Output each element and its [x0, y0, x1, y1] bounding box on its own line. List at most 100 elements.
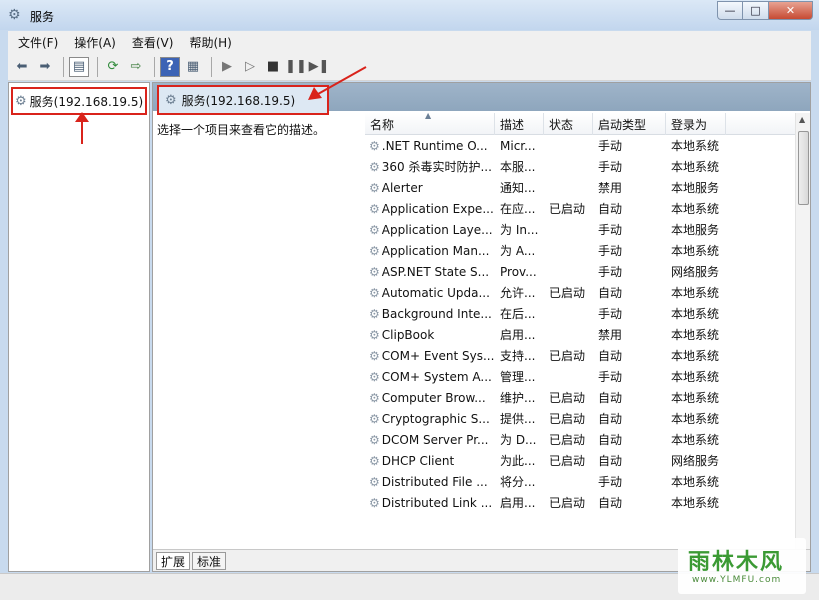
properties-pane-icon[interactable]: ▦	[183, 57, 203, 77]
description-hint: 选择一个项目来查看它的描述。	[157, 123, 326, 137]
table-row[interactable]: ⚙ Application Man... 为 A... 手动 本地系统	[365, 240, 795, 261]
service-description: 管理...	[500, 370, 536, 384]
tab-extended[interactable]: 扩展	[156, 552, 191, 570]
service-name-cell: ⚙ Application Man...	[365, 244, 495, 258]
service-log-on-as: 本地系统	[671, 202, 720, 216]
service-startup-type: 自动	[598, 286, 623, 300]
service-name-cell: ⚙ 360 杀毒实时防护...	[365, 158, 495, 175]
service-gear-icon: ⚙	[369, 390, 380, 405]
service-gear-icon: ⚙	[369, 327, 380, 342]
service-gear-icon: ⚙	[369, 222, 380, 237]
service-log-on-as: 本地系统	[671, 475, 720, 489]
service-gear-icon: ⚙	[369, 264, 380, 279]
service-gear-icon: ⚙	[369, 159, 380, 174]
table-row[interactable]: ⚙ Distributed Link ... 启用... 已启动 自动 本地系统	[365, 492, 795, 513]
table-row[interactable]: ⚙ .NET Runtime O... Micr... 手动 本地系统	[365, 135, 795, 156]
service-description: 将分...	[500, 475, 536, 489]
service-name: Alerter	[381, 180, 423, 195]
refresh-icon[interactable]: ⟳	[103, 57, 123, 77]
table-row[interactable]: ⚙ DHCP Client 为此... 已启动 自动 网络服务	[365, 450, 795, 471]
service-description: 启用...	[500, 496, 536, 510]
back-arrow-icon[interactable]: ⬅	[12, 57, 32, 77]
column-header-description[interactable]: 描述	[495, 113, 544, 135]
service-description: 为 D...	[500, 433, 537, 447]
minimize-button[interactable]: —	[717, 1, 743, 20]
menu-help[interactable]: 帮助(H)	[181, 34, 239, 51]
service-gear-icon: ⚙	[369, 138, 380, 153]
service-name-cell: ⚙ Automatic Upda...	[365, 286, 495, 300]
service-gear-icon: ⚙	[369, 201, 380, 216]
service-log-on-as: 本地系统	[671, 391, 720, 405]
service-gear-icon: ⚙	[369, 285, 380, 300]
menu-view[interactable]: 查看(V)	[124, 34, 182, 51]
tab-standard[interactable]: 标准	[192, 552, 227, 570]
column-header-startup-type[interactable]: 启动类型	[593, 113, 666, 135]
help-icon[interactable]: ?	[160, 56, 180, 77]
service-name-cell: ⚙ ClipBook	[365, 328, 495, 342]
maximize-button[interactable]: □	[743, 1, 769, 20]
service-startup-type: 手动	[598, 265, 623, 279]
table-row[interactable]: ⚙ Distributed File ... 将分... 手动 本地系统	[365, 471, 795, 492]
table-row[interactable]: ⚙ DCOM Server Pr... 为 D... 已启动 自动 本地系统	[365, 429, 795, 450]
table-row[interactable]: ⚙ ASP.NET State S... Prov... 手动 网络服务	[365, 261, 795, 282]
table-row[interactable]: ⚙ Cryptographic S... 提供... 已启动 自动 本地系统	[365, 408, 795, 429]
table-row[interactable]: ⚙ Alerter 通知... 禁用 本地服务	[365, 177, 795, 198]
service-name: 360 杀毒实时防护...	[381, 160, 492, 174]
service-name: Computer Brow...	[381, 390, 486, 405]
menu-file[interactable]: 文件(F)	[10, 34, 66, 51]
service-name-cell: ⚙ Application Laye...	[365, 223, 495, 237]
service-status: 已启动	[549, 286, 586, 300]
vertical-scrollbar[interactable]: ▲	[795, 113, 810, 549]
table-row[interactable]: ⚙ 360 杀毒实时防护... 本服... 手动 本地系统	[365, 156, 795, 177]
show-hide-tree-icon[interactable]: ▤	[69, 56, 89, 77]
toolbar-separator	[63, 56, 64, 77]
service-name: Background Inte...	[381, 306, 492, 321]
menu-action[interactable]: 操作(A)	[66, 34, 124, 51]
table-row[interactable]: ⚙ Application Laye... 为 In... 手动 本地服务	[365, 219, 795, 240]
service-name: Distributed Link ...	[381, 495, 493, 510]
service-gear-icon: ⚙	[369, 180, 380, 195]
service-name-cell: ⚙ DCOM Server Pr...	[365, 433, 495, 447]
list-rows: ⚙ .NET Runtime O... Micr... 手动 本地系统 ⚙ 360 杀毒实时…	[365, 135, 795, 513]
export-list-icon[interactable]: ⇨	[126, 57, 146, 77]
service-log-on-as: 本地服务	[671, 223, 720, 237]
service-name-cell: ⚙ ASP.NET State S...	[365, 265, 495, 279]
service-gear-icon: ⚙	[369, 369, 380, 384]
service-description: 允许...	[500, 286, 536, 300]
table-row[interactable]: ⚙ Automatic Upda... 允许... 已启动 自动 本地系统	[365, 282, 795, 303]
title-bar: ⚙ 服务 — □ ✕	[0, 0, 819, 30]
table-row[interactable]: ⚙ COM+ Event Sys... 支持... 已启动 自动 本地系统	[365, 345, 795, 366]
scroll-thumb[interactable]	[798, 131, 809, 205]
service-description: 维护...	[500, 391, 536, 405]
table-row[interactable]: ⚙ ClipBook 启用... 禁用 本地系统	[365, 324, 795, 345]
table-row[interactable]: ⚙ Computer Brow... 维护... 已启动 自动 本地系统	[365, 387, 795, 408]
menu-bar: 文件(F) 操作(A) 查看(V) 帮助(H)	[8, 31, 811, 53]
start-service-alt-icon[interactable]: ▷	[240, 57, 260, 77]
service-name-cell: ⚙ Alerter	[365, 181, 495, 195]
service-description: 为此...	[500, 454, 536, 468]
column-label: 名称	[370, 117, 395, 132]
table-row[interactable]: ⚙ Application Expe... 在应... 已启动 自动 本地系统	[365, 198, 795, 219]
service-status: 已启动	[549, 496, 586, 510]
service-description: 在后...	[500, 307, 536, 321]
services-gear-icon: ⚙	[8, 7, 21, 23]
scroll-up-icon[interactable]: ▲	[799, 115, 805, 124]
service-name: DCOM Server Pr...	[381, 432, 489, 447]
service-description: 本服...	[500, 160, 536, 174]
start-service-icon[interactable]: ▶	[217, 57, 237, 77]
column-header-name[interactable]: ▲ 名称	[365, 111, 495, 135]
table-row[interactable]: ⚙ Background Inte... 在后... 手动 本地系统	[365, 303, 795, 324]
service-startup-type: 自动	[598, 412, 623, 426]
pause-service-icon[interactable]: ❚❚	[285, 57, 307, 77]
column-header-status[interactable]: 状态	[544, 113, 593, 135]
stop-service-icon[interactable]: ■	[263, 57, 283, 77]
window-title: 服务	[30, 10, 55, 24]
service-log-on-as: 本地系统	[671, 433, 720, 447]
table-row[interactable]: ⚙ COM+ System A... 管理... 手动 本地系统	[365, 366, 795, 387]
tree-node-services[interactable]: ⚙ 服务(192.168.19.5)	[11, 87, 147, 115]
forward-arrow-icon[interactable]: ➡	[35, 57, 55, 77]
service-startup-type: 自动	[598, 202, 623, 216]
column-header-log-on-as[interactable]: 登录为	[666, 113, 726, 135]
service-name: Application Laye...	[381, 222, 493, 237]
close-button[interactable]: ✕	[769, 1, 813, 20]
